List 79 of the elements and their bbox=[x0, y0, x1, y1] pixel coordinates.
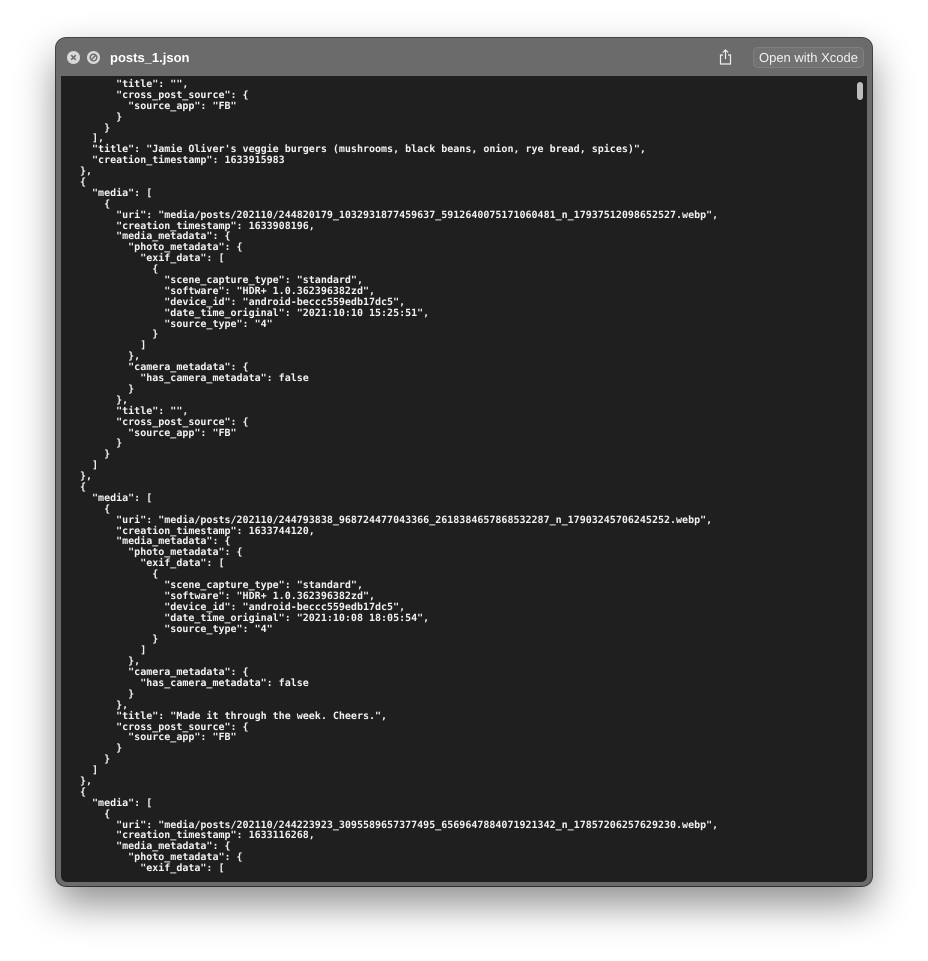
code-line: "uri": "media/posts/202110/244793838_968724477043366_2618384657868532287_n_17903245706245252.webp", bbox=[115, 516, 712, 526]
open-with-button[interactable]: Open with Xcode bbox=[752, 46, 864, 68]
code-line: { bbox=[103, 810, 110, 821]
code-line: "software": "HDR+ 1.0.362396382zd", bbox=[163, 286, 376, 297]
code-line: { bbox=[103, 504, 110, 516]
code-line: } bbox=[115, 112, 122, 124]
code-line: { bbox=[80, 178, 86, 189]
code-line: "device_id": "android-beccc559edb17dc5", bbox=[163, 602, 406, 613]
code-line: "date_time_original": "2021:10:08 18:05:54", bbox=[163, 614, 430, 624]
code-line: } bbox=[103, 124, 110, 134]
code-line: "exif_data": [ bbox=[139, 559, 224, 570]
code-line: "device_id": "android-beccc559edb17dc5", bbox=[163, 298, 406, 308]
code-line: "media": [ bbox=[91, 188, 152, 199]
code-line: "cross_post_source": { bbox=[115, 418, 249, 428]
code-line: { bbox=[80, 482, 86, 494]
code-line: "has_camera_metadata": false bbox=[139, 374, 309, 385]
code-line: } bbox=[127, 690, 134, 701]
code-line: } bbox=[151, 635, 158, 646]
code-line: "photo_metadata": { bbox=[127, 243, 243, 254]
code-line: }, bbox=[127, 657, 140, 668]
code-line: "camera_metadata": { bbox=[127, 363, 249, 374]
code-line: "photo_metadata": { bbox=[127, 853, 243, 864]
code-line: "exif_data": [ bbox=[139, 864, 224, 876]
code-line: "creation_timestamp": 1633908196, bbox=[115, 222, 315, 232]
code-line: "source_app": "FB" bbox=[127, 102, 237, 113]
code-line: "source_type": "4" bbox=[163, 624, 273, 636]
code-line: }, bbox=[115, 396, 128, 406]
code-line: "media_metadata": { bbox=[115, 537, 231, 548]
code-line: "media_metadata": { bbox=[115, 842, 231, 852]
code-line: ] bbox=[91, 461, 98, 472]
code-line: "has_camera_metadata": false bbox=[139, 678, 309, 690]
close-icon[interactable] bbox=[67, 50, 80, 64]
code-line: } bbox=[115, 744, 122, 756]
code-line: "scene_capture_type": "standard", bbox=[163, 580, 363, 591]
code-line: "photo_metadata": { bbox=[127, 548, 243, 558]
code-line: "software": "HDR+ 1.0.362396382zd", bbox=[163, 592, 376, 602]
code-line: "source_app": "FB" bbox=[127, 428, 237, 440]
code-line: "cross_post_source": { bbox=[115, 90, 249, 102]
code-line: "source_app": "FB" bbox=[128, 733, 237, 744]
code-line: ] bbox=[139, 341, 146, 352]
window-title: posts_1.json bbox=[110, 50, 190, 64]
code-line: ], bbox=[91, 134, 104, 144]
code-line: }, bbox=[80, 472, 92, 482]
code-line: { bbox=[151, 265, 158, 276]
code-line: }, bbox=[80, 777, 92, 787]
code-line: "camera_metadata": { bbox=[127, 668, 249, 678]
code-line: { bbox=[103, 200, 110, 211]
code-line: "source_type": "4" bbox=[163, 320, 273, 330]
code-line: "creation_timestamp": 1633915983 bbox=[91, 156, 285, 168]
code-line: "uri": "media/posts/202110/244223923_3095589657377495_6569647884071921342_n_17857206257629230.webp", bbox=[115, 820, 718, 831]
code-line: } bbox=[103, 450, 110, 462]
code-line: "cross_post_source": { bbox=[115, 722, 249, 733]
code-line: { bbox=[151, 570, 158, 581]
code-line: "title": "Made it through the week. Cheers.", bbox=[115, 712, 388, 722]
code-line: "media": [ bbox=[91, 494, 152, 504]
code-line: } bbox=[115, 439, 122, 450]
code-line: { bbox=[80, 788, 86, 799]
share-icon[interactable] bbox=[718, 49, 732, 65]
code-line: } bbox=[127, 384, 134, 396]
code-line: "exif_data": [ bbox=[139, 254, 224, 264]
code-line: "scene_capture_type": "standard", bbox=[163, 276, 363, 286]
code-line: "uri": "media/posts/202110/244820179_1032931877459637_5912640075171060481_n_17937512098652527.webp", bbox=[115, 210, 718, 221]
code-line: "creation_timestamp": 1633744120, bbox=[115, 526, 315, 537]
code-line: "title": "", bbox=[115, 406, 188, 418]
code-line: "date_time_original": "2021:10:10 15:25:51", bbox=[163, 308, 430, 320]
code-line: "media_metadata": { bbox=[115, 232, 231, 242]
code-line: } bbox=[103, 755, 110, 766]
code-line: "creation_timestamp": 1633116268, bbox=[115, 831, 315, 842]
scrollbar-thumb[interactable] bbox=[857, 82, 863, 100]
code-line: } bbox=[151, 330, 158, 342]
code-line: }, bbox=[80, 167, 92, 178]
block-icon[interactable] bbox=[87, 50, 100, 64]
code-line: ] bbox=[139, 646, 146, 658]
code-line: "media": [ bbox=[91, 798, 152, 809]
code-line: ] bbox=[91, 766, 98, 777]
code-line: "title": "", bbox=[115, 80, 188, 90]
code-line: }, bbox=[127, 352, 140, 362]
code-line: }, bbox=[115, 700, 128, 711]
code-line: "title": "Jamie Oliver's veggie burgers (mushrooms, black beans, onion, rye bread, spices)", bbox=[91, 145, 646, 156]
